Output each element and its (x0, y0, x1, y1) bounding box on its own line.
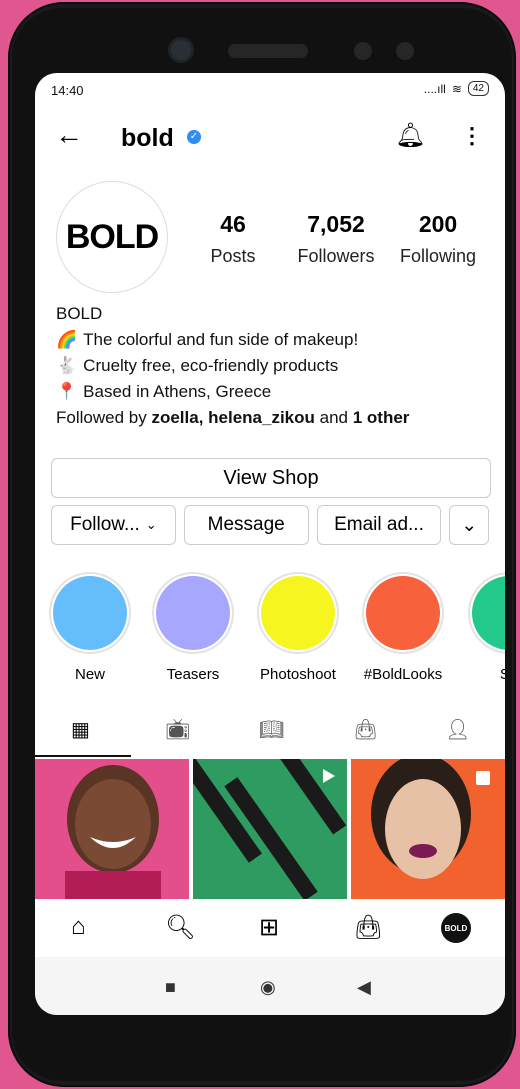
status-icons: ....ıll ≋ 42 (424, 81, 489, 96)
following-value: 200 (418, 211, 458, 237)
highlight-new[interactable]: New (46, 572, 134, 683)
following-label: Following (399, 246, 477, 266)
recent-apps-icon[interactable]: ■ (165, 977, 176, 998)
bio-text: The colorful and fun side of makeup! (83, 330, 359, 349)
back-triangle-icon[interactable]: ◀ (357, 977, 371, 998)
email-button[interactable]: Email ad... (316, 505, 442, 545)
profile-actions: Follow... ⌄ Message Email ad... ⌄ (51, 505, 490, 545)
front-camera (171, 40, 191, 60)
tagged-icon[interactable]: 👤︎ (445, 717, 470, 742)
verified-badge-icon: ✓ (187, 130, 201, 144)
highlight-label: New (74, 666, 105, 683)
following-count[interactable]: 200 Following (395, 211, 481, 267)
profile-avatar-icon[interactable]: BOLD (441, 913, 471, 943)
active-tab-indicator (35, 755, 131, 757)
avatar[interactable]: BOLD (56, 181, 168, 293)
highlight-label: Teasers (166, 666, 220, 683)
followed-by-names: zoella, helena_zikou (151, 408, 315, 427)
highlight-circle (53, 576, 127, 650)
home-icon[interactable]: ⌂ (71, 913, 86, 941)
earpiece-speaker (228, 44, 308, 58)
highlight-boldlooks[interactable]: #BoldLooks (359, 572, 447, 683)
bio-title: BOLD (56, 304, 103, 323)
signal-icon: ....ıll (423, 81, 446, 96)
app-screen: 14:40 ....ıll ≋ 42 ← bold ✓ 🔔︎ ⋮ BOLD 46… (35, 73, 505, 1015)
highlight-ring (257, 572, 339, 654)
highlight-ring (468, 572, 505, 654)
followed-by-and: and (319, 408, 349, 427)
highlight-circle (366, 576, 440, 650)
create-post-icon[interactable]: ⊞ (259, 913, 279, 942)
guides-icon[interactable]: 📖︎ (259, 717, 284, 742)
followed-by-others: 1 other (352, 408, 410, 427)
bell-icon[interactable]: 🔔︎ (395, 121, 425, 150)
portrait-image (65, 765, 161, 899)
view-shop-button[interactable]: View Shop (51, 458, 491, 498)
highlight-ring (49, 572, 131, 654)
sensor (396, 42, 414, 60)
highlight-ring (362, 572, 444, 654)
highlight-label: #BoldLooks (363, 666, 443, 683)
rainbow-icon: 🌈 (56, 330, 78, 349)
post-grid (35, 759, 505, 899)
shop-icon[interactable]: 👜︎ (353, 913, 383, 942)
system-navigation: ■ ◉ ◀ (35, 957, 505, 1015)
highlight-teasers[interactable]: Teasers (149, 572, 237, 683)
followers-count[interactable]: 7,052 Followers (293, 211, 379, 267)
igtv-icon[interactable]: 📺︎ (165, 717, 190, 742)
bio-text: Based in Athens, Greece (83, 382, 272, 401)
followed-by-prefix: Followed by (56, 408, 147, 427)
expand-suggestions-button[interactable]: ⌄ (449, 505, 490, 545)
followers-label: Followers (297, 246, 375, 266)
highlight-circle (156, 576, 230, 650)
search-icon[interactable]: 🔍︎ (165, 913, 195, 942)
followers-value: 7,052 (307, 211, 365, 237)
follow-dropdown-button[interactable]: Follow... ⌄ (51, 505, 176, 545)
battery-icon: 42 (467, 81, 489, 96)
follow-label: Follow... (70, 514, 140, 535)
location-pin-icon: 📍 (56, 382, 78, 401)
grid-icon[interactable]: ▦ (71, 717, 90, 742)
bottom-navigation: ⌂ 🔍︎ ⊞ 👜︎ BOLD (35, 899, 505, 957)
story-highlights: New Teasers Photoshoot #BoldLooks Sa (35, 572, 505, 692)
rabbit-icon: 🐇 (56, 356, 78, 375)
profile-header: ← bold ✓ 🔔︎ ⋮ (35, 117, 505, 157)
pencils-image (193, 759, 347, 899)
portrait-image (371, 759, 490, 879)
bio-line: 🌈 The colorful and fun side of makeup! (56, 327, 409, 353)
posts-value: 46 (220, 211, 246, 237)
bio-line: 🐇 Cruelty free, eco-friendly products (56, 353, 409, 379)
shop-bag-icon[interactable]: 👜︎ (353, 717, 378, 742)
highlight-ring (152, 572, 234, 654)
highlight-label: Sa (499, 666, 505, 683)
post-tile[interactable] (193, 759, 347, 899)
status-time: 14:40 (51, 83, 84, 98)
highlight-label: Photoshoot (260, 666, 336, 683)
wifi-icon: ≋ (451, 81, 462, 96)
back-arrow-icon[interactable]: ← (55, 121, 83, 149)
highlight-photoshoot[interactable]: Photoshoot (254, 572, 342, 683)
status-bar: 14:40 ....ıll ≋ 42 (35, 73, 505, 103)
bio-line: 📍 Based in Athens, Greece (56, 379, 409, 405)
post-tile[interactable] (35, 759, 189, 899)
posts-count[interactable]: 46 Posts (209, 211, 257, 267)
chevron-down-icon: ⌄ (461, 514, 478, 536)
profile-handle: bold (121, 124, 174, 152)
bio-text: Cruelty free, eco-friendly products (83, 356, 339, 375)
posts-label: Posts (210, 246, 256, 266)
profile-bio: BOLD 🌈 The colorful and fun side of make… (56, 301, 409, 431)
home-button-icon[interactable]: ◉ (260, 977, 276, 998)
chevron-down-icon: ⌄ (145, 517, 157, 532)
sensor (354, 42, 372, 60)
post-tile[interactable] (351, 759, 505, 899)
message-button[interactable]: Message (183, 505, 309, 545)
highlight-partial[interactable]: Sa (465, 572, 505, 683)
highlight-circle (261, 576, 335, 650)
highlight-circle (472, 576, 505, 650)
followed-by[interactable]: Followed by zoella, helena_zikou and 1 o… (56, 405, 409, 431)
more-options-icon[interactable]: ⋮ (461, 123, 483, 149)
profile-tabs: ▦ 📺︎ 📖︎ 👜︎ 👤︎ (35, 705, 505, 757)
